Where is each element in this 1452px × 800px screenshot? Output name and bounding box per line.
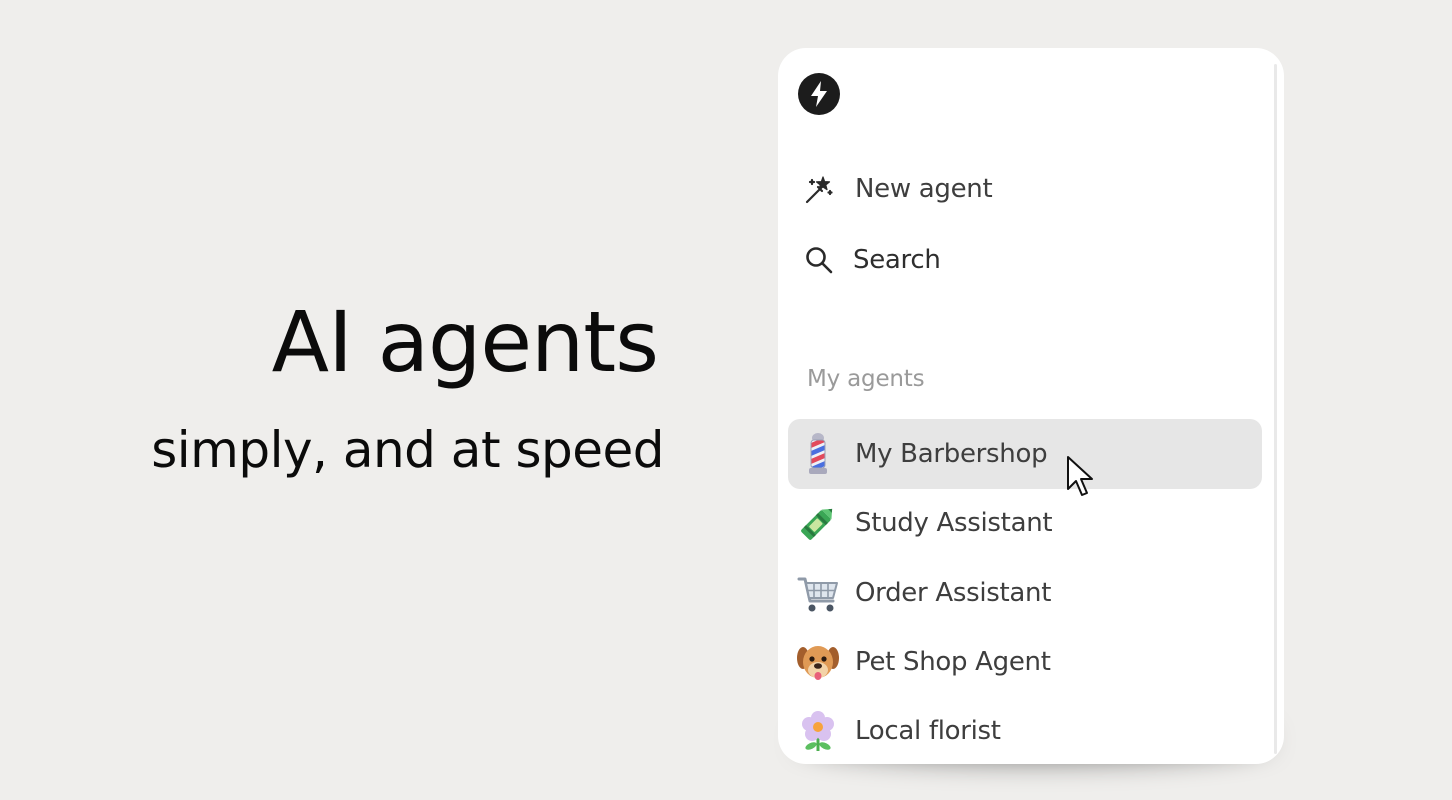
- agent-label-pet-shop-agent: Pet Shop Agent: [855, 647, 1051, 677]
- magic-wand-icon: [802, 172, 836, 206]
- agent-item-local-florist[interactable]: Local florist: [788, 696, 1262, 764]
- hero-subtitle: simply, and at speed: [151, 421, 664, 479]
- agent-label-local-florist: Local florist: [855, 716, 1001, 746]
- agent-item-order-assistant[interactable]: Order Assistant: [788, 558, 1262, 628]
- agent-item-study-assistant[interactable]: Study Assistant: [788, 488, 1262, 558]
- barber-pole-icon: [796, 432, 840, 476]
- crayon-icon: [796, 501, 840, 545]
- sidebar-scrollbar[interactable]: [1274, 64, 1277, 754]
- mouse-cursor-icon: [1067, 456, 1093, 496]
- search-button[interactable]: Search: [802, 240, 941, 280]
- dog-face-icon: [796, 640, 840, 684]
- agents-sidebar-panel: New agent Search My agents My Barbershop…: [778, 48, 1284, 764]
- search-label: Search: [853, 245, 941, 275]
- search-icon: [802, 243, 836, 277]
- my-agents-section-label: My agents: [807, 366, 925, 392]
- agent-item-my-barbershop[interactable]: My Barbershop: [788, 419, 1262, 489]
- hero-title: AI agents: [271, 293, 659, 391]
- agent-item-pet-shop-agent[interactable]: Pet Shop Agent: [788, 627, 1262, 697]
- shopping-cart-icon: [796, 571, 840, 615]
- new-agent-button[interactable]: New agent: [802, 169, 993, 209]
- flower-icon: [796, 709, 840, 753]
- agent-label-study-assistant: Study Assistant: [855, 508, 1053, 538]
- lightning-bolt-icon[interactable]: [798, 73, 840, 115]
- agent-label-order-assistant: Order Assistant: [855, 578, 1052, 608]
- new-agent-label: New agent: [855, 174, 993, 204]
- agent-label-my-barbershop: My Barbershop: [855, 439, 1048, 469]
